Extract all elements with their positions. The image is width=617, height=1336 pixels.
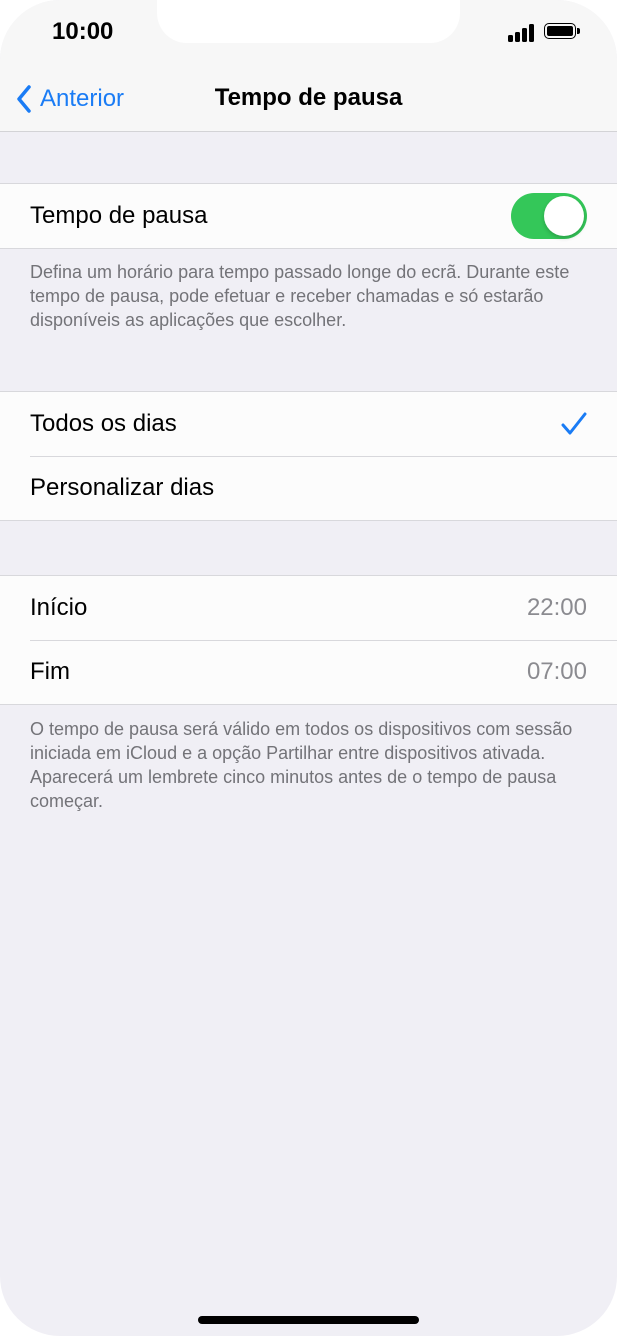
cellular-signal-icon <box>508 22 538 42</box>
downtime-row: Tempo de pausa <box>0 184 617 248</box>
start-value: 22:00 <box>526 594 587 621</box>
schedule-group: Início 22:00 Fim 07:00 <box>0 575 617 705</box>
status-time: 10:00 <box>52 18 114 45</box>
custom-days-label: Personalizar dias <box>30 474 215 501</box>
start-label: Início <box>30 594 88 621</box>
downtime-footnote: Defina um horário para tempo passado lon… <box>30 262 570 330</box>
toggle-knob <box>544 196 584 236</box>
end-value: 07:00 <box>526 658 587 685</box>
phone-screen: 10:00 Anterior Tempo de pausa Tempo de p… <box>0 0 617 1336</box>
end-label: Fim <box>30 658 70 685</box>
downtime-toggle[interactable] <box>511 193 587 239</box>
downtime-label: Tempo de pausa <box>30 202 208 229</box>
custom-days-row[interactable]: Personalizar dias <box>0 456 617 520</box>
notch <box>157 0 460 43</box>
end-time-row[interactable]: Fim 07:00 <box>0 640 617 704</box>
home-indicator[interactable] <box>198 1316 419 1324</box>
every-day-label: Todos os dias <box>30 410 177 437</box>
days-group: Todos os dias Personalizar dias <box>0 391 617 521</box>
page-title: Tempo de pausa <box>214 84 403 111</box>
checkmark-icon <box>561 412 587 435</box>
navigation-bar: 10:00 Anterior Tempo de pausa <box>0 0 617 132</box>
downtime-group: Tempo de pausa <box>0 183 617 249</box>
schedule-footnote: O tempo de pausa será válido em todos os… <box>30 719 573 811</box>
battery-icon <box>544 23 581 41</box>
start-time-row[interactable]: Início 22:00 <box>0 576 617 640</box>
every-day-row[interactable]: Todos os dias <box>0 392 617 456</box>
